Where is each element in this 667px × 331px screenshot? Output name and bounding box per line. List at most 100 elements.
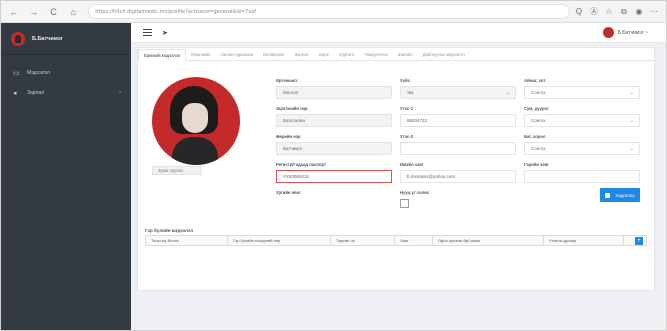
family-table-header: Таны юу болох Гэр бүлийн гишүүний нэр Тө… (145, 235, 647, 246)
tab-profession[interactable]: Мэргэжил (186, 52, 215, 60)
field-label: Эцэг/эхийн нэр (276, 106, 308, 111)
collections-icon[interactable]: ⧉ (618, 6, 630, 18)
phone1-field: Утас-1 88034722 (400, 106, 516, 127)
url-text: https://hitch.digitalmedic.mn/profile?ac… (95, 8, 256, 15)
profile-card: Ерөнхий мэдээлэл Мэргэжил Ажлын туршлага… (137, 47, 655, 291)
column-header: Таны юу болох (146, 236, 228, 245)
field-label: Гэрийн хаяг (524, 162, 549, 167)
field-label: Имэйл хаяг (400, 162, 424, 167)
sidebar-user[interactable]: Б.Батчимэг (1, 23, 131, 55)
menu-icon[interactable] (143, 28, 152, 38)
field-label: Аймаг, хот (524, 78, 546, 83)
first-name-field: Өөрийн нэр Батчимэг (276, 134, 392, 155)
field-label: Утас-1 (400, 106, 414, 111)
tab-training[interactable]: Сургалт (334, 52, 360, 60)
sidebar-item-announcements[interactable]: ◂ Зарлал › (1, 83, 131, 103)
register-field: Регистр/Гадаад паспорт УХ93080415 (276, 162, 392, 183)
field-label: Өөрийн нэр (276, 134, 301, 139)
field-label: Хүйс (400, 78, 411, 83)
monitor-icon: ▭ (13, 70, 20, 77)
father-name-field: Эцэг/эхийн нэр Балсгалан (276, 106, 392, 127)
tab-degree[interactable]: Зэрэг (313, 52, 334, 60)
column-header: Одоо эрхэлж буй ажил (433, 236, 544, 245)
family-section-title: Гэр бүлийн мэдээлэл (145, 228, 194, 233)
phone2-field: Утас-2 (400, 134, 516, 155)
aimag-select[interactable]: Сонгох ⌄ (524, 86, 640, 99)
sidebar-item-info[interactable]: ▭ Мэдээлэл (1, 63, 131, 83)
home-icon[interactable]: ⌂ (66, 5, 80, 19)
main-content: Ерөнхий мэдээлэл Мэргэжил Ажлын туршлага… (131, 43, 666, 330)
sum-field: Сум, дүүрэг Сонгох ⌄ (524, 106, 640, 127)
chevron-down-icon: ⌄ (505, 90, 510, 96)
bag-select[interactable]: Сонгох ⌄ (524, 142, 640, 155)
save-label: Хадгалах (615, 192, 635, 198)
address-field: Гэрийн хаяг (524, 162, 640, 183)
profile-icon[interactable]: ◉ (633, 6, 645, 18)
column-header: Хаяг (395, 236, 433, 245)
tab-experience[interactable]: Ажлын туршлага (215, 52, 258, 60)
reader-icon[interactable]: Ⓐ (588, 6, 600, 18)
field-label: Нууц үг солих (400, 190, 430, 195)
ovog-input[interactable]: Монгол (276, 86, 392, 99)
tab-education[interactable]: Боловсрол (258, 52, 289, 60)
password-field: Нууц үг солих (400, 190, 516, 208)
megaphone-icon: ◂ (13, 90, 17, 97)
father-name-input[interactable]: Балсгалан (276, 114, 392, 127)
tab-license[interactable]: Лиценз (289, 52, 313, 60)
gender-select[interactable]: Эм ⌄ (400, 86, 516, 99)
avatar (11, 31, 25, 46)
chevron-right-icon: › (119, 90, 121, 96)
app-topbar: ➤ Б.Батчимэг ~ (131, 23, 666, 43)
ovog-field: Иргэншил Монгол (276, 78, 392, 99)
zoom-icon[interactable]: Q (573, 6, 585, 18)
profile-photo (152, 77, 240, 165)
email-field: Имэйл хаяг b.mimasss@yahoo.com (400, 162, 516, 183)
send-icon[interactable]: ➤ (162, 29, 168, 37)
star-icon[interactable]: ☆ (603, 6, 615, 18)
aimag-field: Аймаг, хот Сонгох ⌄ (524, 78, 640, 99)
change-password-checkbox[interactable] (400, 199, 409, 208)
screen: ← → C ⌂ https://hitch.digitalmedic.mn/pr… (0, 0, 667, 331)
bag-field: Баг, хороо Сонгох ⌄ (524, 134, 640, 155)
first-name-input[interactable]: Батчимэг (276, 142, 392, 155)
user-menu-name: Б.Батчимэг ~ (617, 29, 648, 36)
address-bar[interactable]: https://hitch.digitalmedic.mn/profile?ac… (88, 4, 570, 19)
tab-general[interactable]: Ерөнхий мэдээлэл (138, 49, 187, 61)
column-header: Гэр бүлийн гишүүний нэр (228, 236, 331, 245)
tab-bar: Ерөнхий мэдээлэл Мэргэжил Ажлын туршлага… (138, 48, 654, 61)
user-menu[interactable]: Б.Батчимэг ~ (602, 27, 648, 38)
address-input[interactable] (524, 170, 640, 183)
sum-select[interactable]: Сонгох ⌄ (524, 114, 640, 127)
more-icon[interactable]: ⋯ (648, 6, 660, 18)
save-button[interactable]: Хадгалах (600, 188, 640, 202)
column-header: Төрсөн он (331, 236, 395, 245)
tab-additional[interactable]: Дийлгүүлэх мэдээлэл (418, 52, 470, 60)
tab-membership[interactable]: Гишүүнчлэл (360, 52, 393, 60)
forward-icon[interactable]: → (27, 5, 41, 19)
chevron-down-icon: ⌄ (629, 90, 634, 96)
reload-icon[interactable]: C (47, 5, 61, 19)
add-family-member-button[interactable]: + (635, 237, 643, 245)
tab-awards[interactable]: Шагнал (393, 52, 418, 60)
browser-toolbar: ← → C ⌂ https://hitch.digitalmedic.mn/pr… (1, 1, 666, 23)
field-label: Ургийн овог (276, 190, 301, 195)
field-label: Регистр/Гадаад паспорт (276, 162, 327, 167)
sidebar: Б.Батчимэг ▭ Мэдээлэл ◂ Зарлал › (1, 23, 131, 330)
avatar (602, 27, 614, 38)
clan-field: Ургийн овог (276, 190, 392, 196)
email-input[interactable]: b.mimasss@yahoo.com (400, 170, 516, 183)
phone1-input[interactable]: 88034722 (400, 114, 516, 127)
column-header: Утасны дугаар (544, 236, 624, 245)
register-input[interactable]: УХ93080415 (276, 170, 392, 183)
sidebar-username: Б.Батчимэг (32, 35, 64, 42)
back-icon[interactable]: ← (7, 5, 21, 19)
chevron-down-icon: ⌄ (629, 146, 634, 152)
field-label: Сум, дүүрэг (524, 106, 549, 111)
field-label: Иргэншил (276, 78, 297, 83)
field-label: Баг, хороо (524, 134, 546, 139)
save-icon (605, 192, 611, 198)
phone2-input[interactable] (400, 142, 516, 155)
chevron-down-icon: ⌄ (629, 118, 634, 124)
upload-photo-button[interactable]: Зураг хуулах (152, 166, 202, 175)
sidebar-item-label: Мэдээлэл (27, 70, 50, 76)
